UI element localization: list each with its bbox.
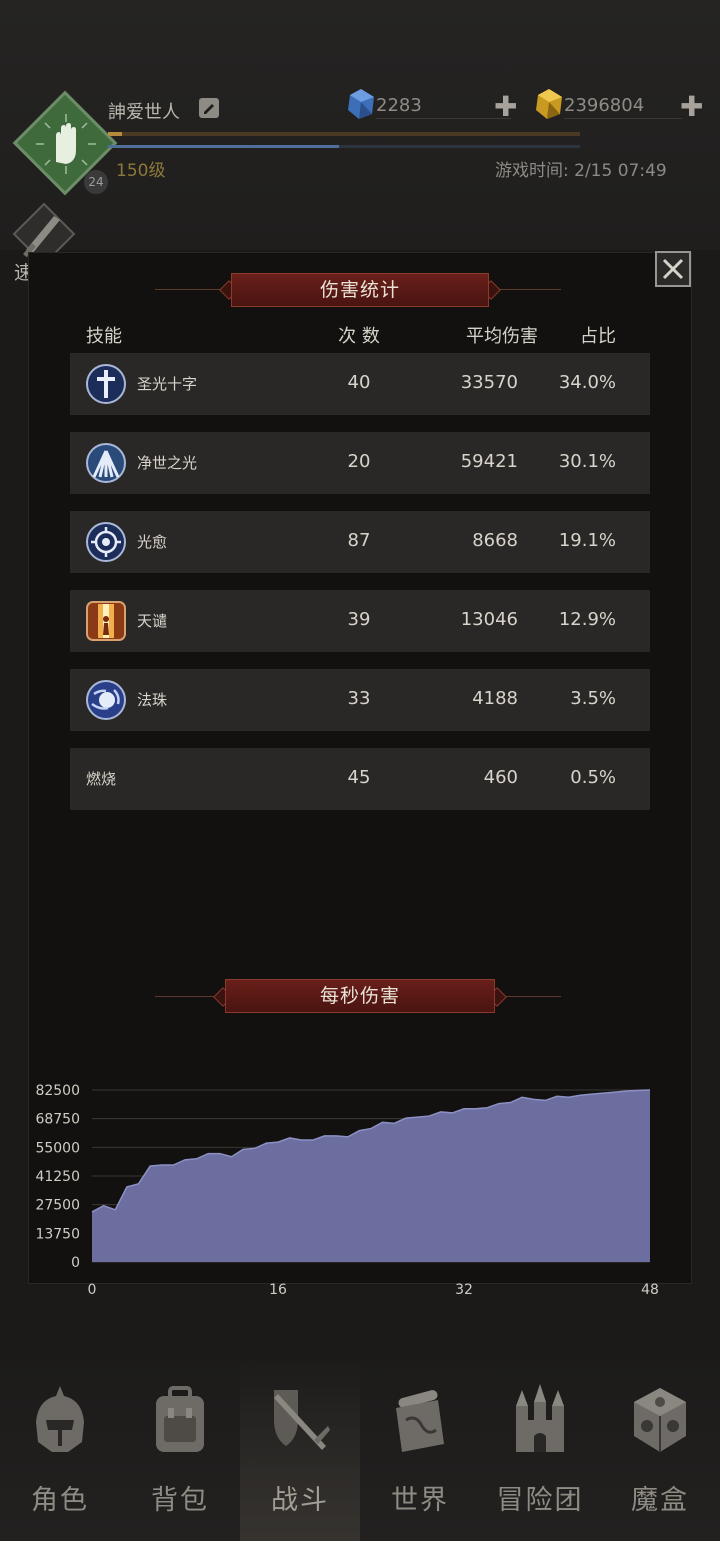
gem-resource: 2283 ✚: [346, 88, 517, 123]
skill-name: 法珠: [137, 691, 168, 709]
backpack-icon: [156, 1386, 204, 1452]
skill-row: 圣光十字 40 33570 34.0%: [70, 353, 650, 415]
skill-name: 圣光十字: [137, 375, 198, 393]
add-gems-button[interactable]: ✚: [494, 90, 517, 123]
skill-name: 燃烧: [86, 770, 117, 788]
dps-area: [92, 1090, 650, 1262]
nav-adventure-team[interactable]: 冒险团: [480, 1360, 600, 1541]
player-level: 150级: [116, 161, 166, 181]
skill-name: 净世之光: [137, 454, 198, 472]
player-badge-level: 24: [84, 170, 108, 194]
gold-count: 2396804: [564, 95, 645, 116]
nav-label: 魔盒: [631, 1485, 689, 1516]
light-heal-icon: [86, 522, 126, 562]
skill-count: 33: [347, 688, 371, 709]
divine-wrath-icon: [86, 601, 126, 641]
castle-icon: [516, 1384, 564, 1452]
close-icon: [662, 258, 684, 280]
skill-count: 39: [347, 609, 371, 630]
game-time: 游戏时间: 2/15 07:49: [495, 161, 667, 181]
skill-row: 光愈 87 8668 19.1%: [70, 511, 650, 573]
experience-bar: [108, 132, 580, 136]
skill-count: 40: [347, 372, 371, 393]
skill-row: 净世之光 20 59421 30.1%: [70, 432, 650, 494]
skill-share: 34.0%: [558, 372, 616, 393]
x-tick-label: 16: [269, 1282, 287, 1298]
skill-avg-damage: 13046: [460, 609, 518, 630]
skill-share: 12.9%: [558, 609, 616, 630]
blue-gem-icon: [348, 89, 374, 119]
dps-chart: 0 13750 27500 41250 55000 68750 82500 0 16 32 48: [35, 1083, 659, 1298]
nav-label: 战斗: [271, 1485, 329, 1516]
nav-world[interactable]: 世界: [360, 1360, 480, 1541]
damage-stats-title: 伤害统计: [231, 273, 489, 307]
skill-avg-damage: 4188: [472, 688, 518, 709]
y-tick-label: 68750: [35, 1112, 80, 1128]
skill-share: 0.5%: [570, 767, 616, 788]
y-tick-label: 82500: [35, 1083, 80, 1099]
skill-name: 天谴: [137, 612, 168, 630]
dps-title: 每秒伤害: [225, 979, 495, 1013]
skill-row: 法珠 33 4188 3.5%: [70, 669, 650, 731]
nav-label: 背包: [151, 1485, 209, 1516]
nav-battle[interactable]: 战斗: [240, 1360, 360, 1541]
gold-resource: 2396804 ✚: [534, 88, 720, 123]
nav-label: 世界: [391, 1485, 449, 1516]
y-tick-label: 0: [71, 1255, 80, 1271]
progress-bar: [108, 145, 580, 148]
skill-count: 87: [347, 530, 371, 551]
skill-row: 燃烧 45 460 0.5%: [70, 748, 650, 810]
skill-share: 30.1%: [558, 451, 616, 472]
purifying-light-icon: [86, 443, 126, 483]
bottom-nav: 角色 背包 战斗 世界 冒险团 魔盒: [0, 1360, 720, 1541]
y-tick-label: 55000: [35, 1140, 80, 1156]
nav-backpack[interactable]: 背包: [120, 1360, 240, 1541]
y-tick-label: 27500: [35, 1198, 80, 1214]
y-tick-label: 41250: [35, 1169, 80, 1185]
skill-share: 3.5%: [570, 688, 616, 709]
skill-avg-damage: 460: [483, 767, 518, 788]
player-name: 訷爱世人: [108, 102, 180, 123]
x-tick-label: 48: [641, 1282, 659, 1298]
header-count: 次 数: [338, 326, 380, 347]
x-tick-label: 0: [88, 1282, 97, 1298]
skill-row: 天谴 39 13046 12.9%: [70, 590, 650, 652]
skill-avg-damage: 59421: [460, 451, 518, 472]
helmet-icon: [36, 1386, 84, 1452]
nav-label: 角色: [31, 1485, 89, 1516]
add-gold-button[interactable]: ✚: [680, 90, 703, 123]
header-share: 占比: [580, 326, 616, 347]
y-tick-label: 13750: [35, 1226, 80, 1242]
magic-orb-icon: [86, 680, 126, 720]
nav-character[interactable]: 角色: [0, 1360, 120, 1541]
swords-icon: [274, 1390, 330, 1450]
skill-share: 19.1%: [558, 530, 616, 551]
gold-gem-icon: [536, 89, 562, 119]
edit-icon[interactable]: [198, 97, 220, 119]
header-skill: 技能: [86, 326, 122, 347]
gem-count: 2283: [376, 95, 422, 116]
skill-name: 光愈: [137, 533, 168, 551]
skill-avg-damage: 8668: [472, 530, 518, 551]
map-scroll-icon: [396, 1390, 444, 1452]
header-avg-damage: 平均伤害: [466, 326, 538, 347]
holy-cross-icon: [86, 364, 126, 404]
magic-cube-icon: [634, 1388, 686, 1452]
x-tick-label: 32: [455, 1282, 473, 1298]
skill-avg-damage: 33570: [460, 372, 518, 393]
close-button[interactable]: [655, 251, 691, 287]
nav-magic-box[interactable]: 魔盒: [600, 1360, 720, 1541]
skill-count: 45: [347, 767, 371, 788]
nav-label: 冒险团: [496, 1485, 584, 1516]
skill-count: 20: [347, 451, 371, 472]
